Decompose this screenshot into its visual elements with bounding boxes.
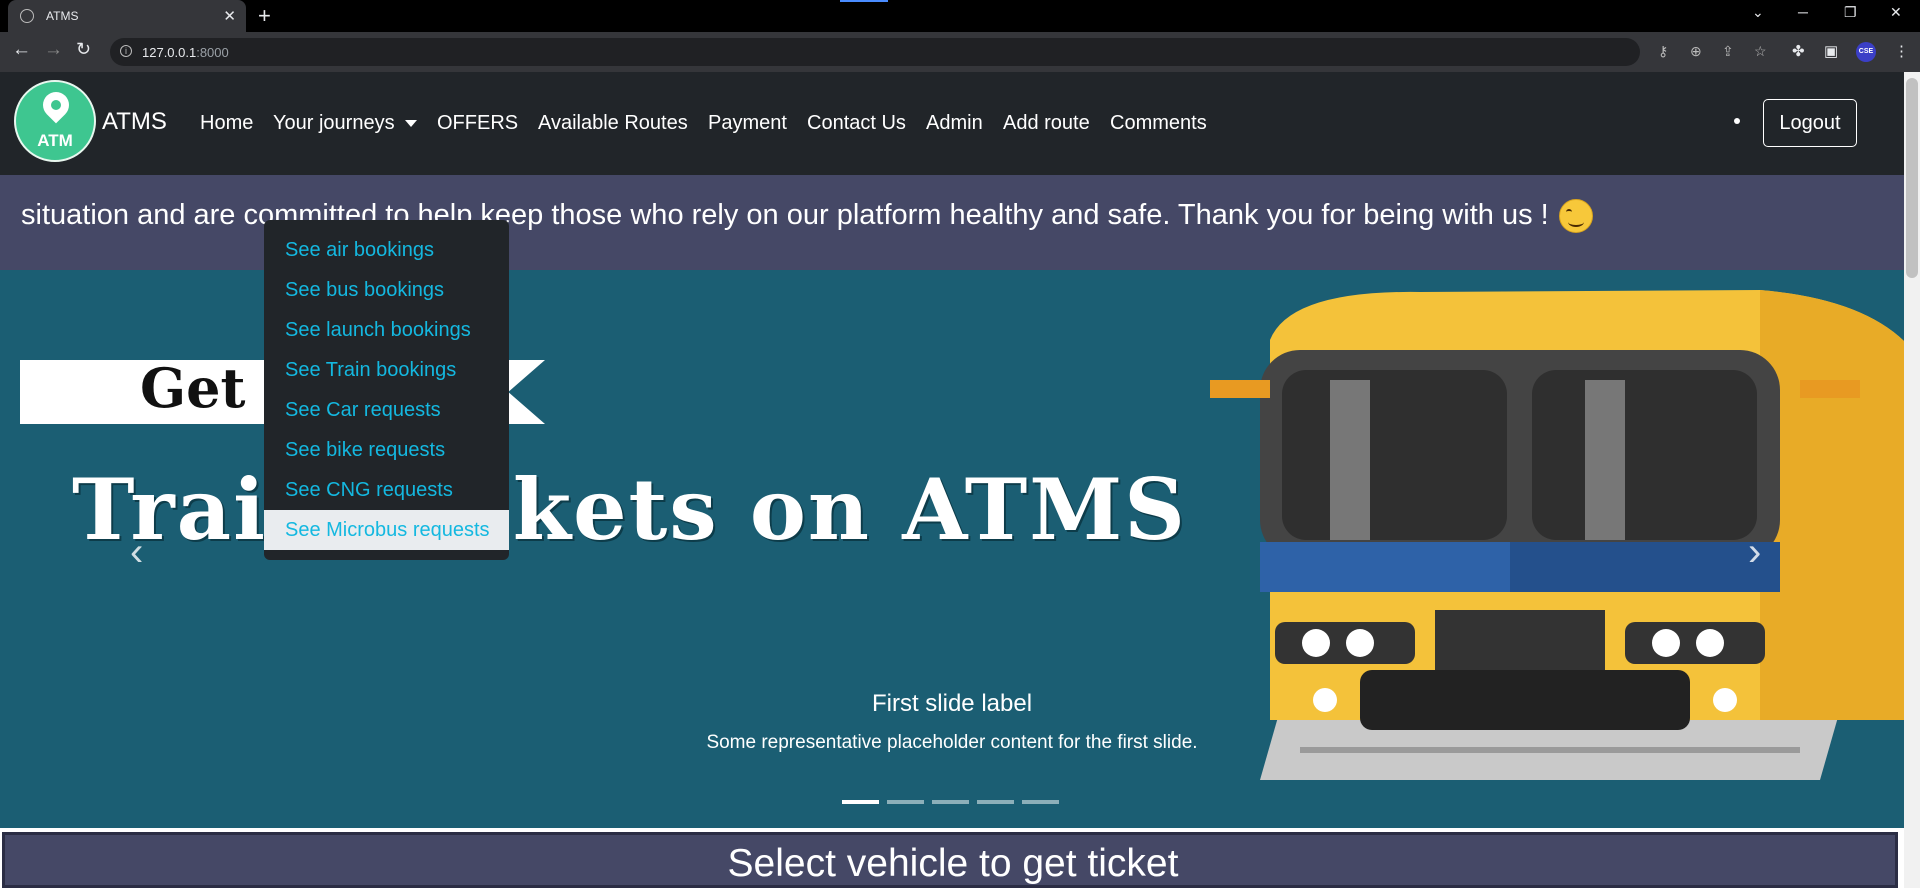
address-bar[interactable]: i 127.0.0.1:8000 ⚷ ⊕ ⇪ ☆ [110,38,1767,66]
dropdown-item-microbus[interactable]: See Microbus requests [264,510,509,550]
browser-tab[interactable]: ATMS ✕ [8,0,246,32]
nav-payment[interactable]: Payment [708,112,787,135]
tab-strip: ATMS ✕ + ⌄ ─ ❐ ✕ [0,0,1920,32]
site-navbar: ATM ATMS Home Your journeys OFFERS Avail… [0,72,1904,175]
nav-home[interactable]: Home [200,112,253,135]
carousel-headline: Train Tickets on ATMS [72,460,1187,559]
side-panel-icon[interactable]: ▣ [1824,42,1838,60]
bookmark-star-icon[interactable]: ☆ [1754,43,1767,60]
nav-dot [1734,118,1740,124]
zoom-icon[interactable]: ⊕ [1690,43,1702,60]
slide-caption-text: Some representative placeholder content … [706,732,1198,753]
dropdown-caret-icon [404,120,417,128]
tab-strip-indicator [840,0,888,2]
logout-button[interactable]: Logout [1763,99,1857,147]
close-window-icon[interactable]: ✕ [1890,4,1902,21]
journeys-dropdown-menu: See air bookings See bus bookings See la… [264,220,509,560]
new-tab-button[interactable]: + [258,3,271,29]
nav-your-journeys[interactable]: Your journeys [273,112,417,135]
address-url: 127.0.0.1:8000 [142,45,229,60]
marquee-text: situation and are committed to help keep… [21,199,1593,234]
tab-close-icon[interactable]: ✕ [223,7,236,25]
dropdown-item-bike[interactable]: See bike requests [264,430,509,470]
reload-icon[interactable]: ↻ [76,39,91,60]
select-vehicle-title: Select vehicle to get ticket [727,842,1179,885]
browser-toolbar: ← → ↻ i 127.0.0.1:8000 ⚷ ⊕ ⇪ ☆ ✤ ▣ CSE ⋮ [0,32,1920,72]
nav-comments[interactable]: Comments [1110,112,1207,135]
nav-available-routes[interactable]: Available Routes [538,112,688,135]
carousel-indicator[interactable] [932,800,969,804]
nav-offers[interactable]: OFFERS [437,112,518,135]
smiley-emoji-icon [1558,199,1593,234]
dropdown-item-launch[interactable]: See launch bookings [264,310,509,350]
dropdown-item-air[interactable]: See air bookings [264,230,509,270]
location-pin-icon [37,86,75,124]
carousel-prev-icon[interactable]: ‹ [130,530,143,575]
slide-caption-title: First slide label [871,690,1033,717]
web-page: ATM ATMS Home Your journeys OFFERS Avail… [0,72,1904,888]
tab-title: ATMS [46,9,79,23]
carousel-next-icon[interactable]: › [1748,530,1761,575]
carousel-indicator[interactable] [977,800,1014,804]
restore-icon[interactable]: ❐ [1844,4,1857,21]
scrollbar-thumb[interactable] [1906,78,1918,278]
train-illustration [1210,290,1904,780]
select-vehicle-section: Select vehicle to get ticket [2,832,1898,888]
globe-icon [20,9,34,23]
dropdown-item-car[interactable]: See Car requests [264,390,509,430]
nav-contact-us[interactable]: Contact Us [807,112,906,135]
nav-admin[interactable]: Admin [926,112,983,135]
profile-avatar[interactable]: CSE [1856,42,1876,62]
key-icon[interactable]: ⚷ [1658,43,1668,60]
logo-text: ATM [37,131,73,150]
share-icon[interactable]: ⇪ [1722,43,1734,60]
atm-logo[interactable]: ATM [14,80,96,162]
carousel-indicator[interactable] [887,800,924,804]
page-scrollbar[interactable] [1904,72,1920,888]
tab-search-icon[interactable]: ⌄ [1752,4,1764,21]
minimize-icon[interactable]: ─ [1798,4,1808,20]
brand-name[interactable]: ATMS [102,108,167,136]
menu-kebab-icon[interactable]: ⋮ [1894,42,1909,60]
dropdown-item-cng[interactable]: See CNG requests [264,470,509,510]
site-info-icon[interactable]: i [120,45,132,57]
extensions-icon[interactable]: ✤ [1792,42,1805,60]
carousel-indicators [842,800,1067,804]
forward-icon[interactable]: → [44,39,63,61]
carousel-indicator[interactable] [1022,800,1059,804]
back-icon[interactable]: ← [12,39,31,61]
carousel-indicator[interactable] [842,800,879,804]
nav-add-route[interactable]: Add route [1003,112,1090,135]
dropdown-item-bus[interactable]: See bus bookings [264,270,509,310]
dropdown-item-train[interactable]: See Train bookings [264,350,509,390]
